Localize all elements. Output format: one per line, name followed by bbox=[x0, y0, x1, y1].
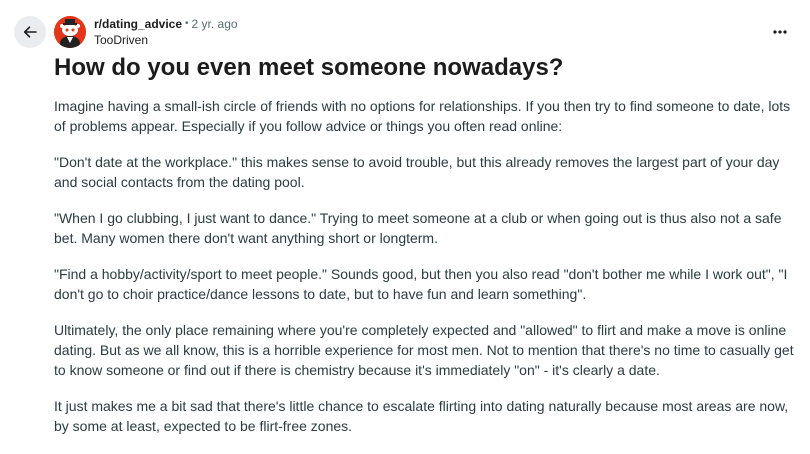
subreddit-avatar-image bbox=[54, 16, 86, 48]
more-options-button[interactable] bbox=[768, 24, 792, 40]
subreddit-avatar[interactable] bbox=[54, 16, 86, 48]
post-title: How do you even meet someone nowadays? bbox=[54, 54, 564, 81]
post-paragraph: It just makes me a bit sad that there's … bbox=[54, 398, 789, 434]
post-paragraph: "Find a hobby/activity/sport to meet peo… bbox=[54, 266, 788, 302]
back-button[interactable] bbox=[14, 16, 46, 48]
post-paragraph: "When I go clubbing, I just want to danc… bbox=[54, 210, 782, 246]
post-paragraph: Imagine having a small-ish circle of fri… bbox=[54, 98, 791, 134]
post-body: Imagine having a small-ish circle of fri… bbox=[54, 96, 802, 452]
author-link[interactable]: TooDriven bbox=[94, 32, 238, 48]
post-time: 2 yr. ago bbox=[191, 17, 238, 31]
post-meta: r/dating_advice • 2 yr. ago TooDriven bbox=[94, 16, 238, 48]
post-paragraph: Ultimately, the only place remaining whe… bbox=[54, 322, 794, 378]
subreddit-link[interactable]: r/dating_advice bbox=[94, 16, 182, 32]
arrow-left-icon bbox=[23, 26, 37, 38]
more-horizontal-icon bbox=[773, 30, 787, 34]
post-paragraph: "Don't date at the workplace." this make… bbox=[54, 154, 780, 190]
meta-separator: • bbox=[185, 18, 189, 29]
